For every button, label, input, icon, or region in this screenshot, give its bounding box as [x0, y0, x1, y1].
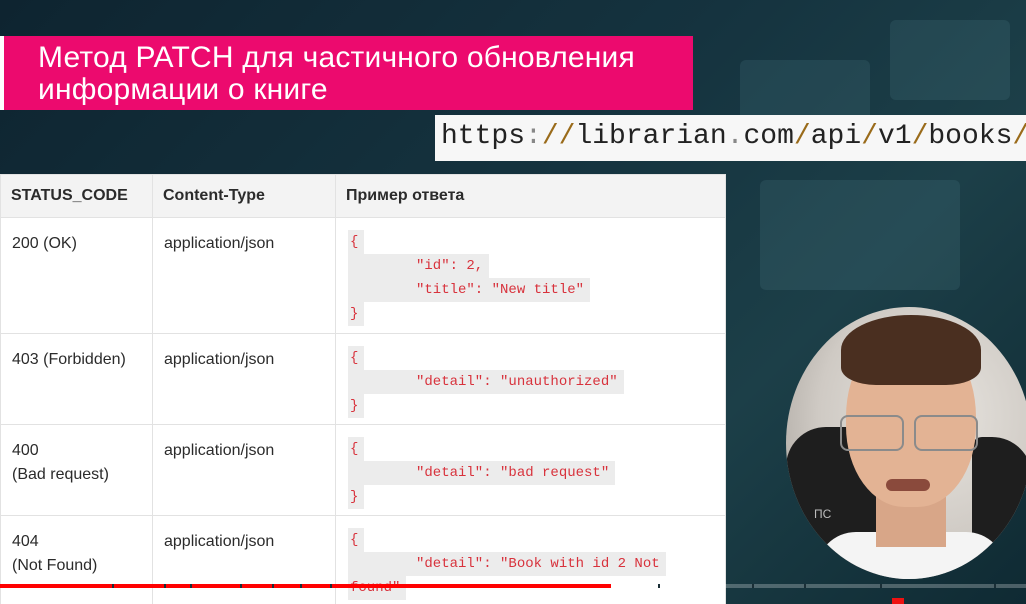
status-text: (Bad request) [12, 466, 109, 483]
url-colon: : [525, 121, 542, 152]
response-example-cell: { "id": 2, "title": "New title" } [335, 217, 726, 334]
code-line: found" [348, 576, 407, 600]
slide-title-line-1: Метод PATCH для частичного обновления [38, 41, 635, 74]
content-type-cell: application/json [152, 515, 336, 604]
progress-played [0, 584, 612, 588]
quality-badge [892, 598, 904, 604]
chapter-marker [330, 584, 332, 588]
chair-logo: ПС [814, 507, 832, 521]
status-text: (Not Found) [12, 557, 98, 574]
code-line: } [348, 485, 365, 509]
code-line: "detail": "bad request" [348, 461, 616, 485]
content-type-cell: application/json [152, 424, 336, 516]
url-slash: / [861, 121, 878, 152]
url-segment-books: books [928, 121, 1013, 152]
content-type-cell: application/json [152, 333, 336, 425]
url-segment-api: api [810, 121, 862, 152]
response-table: STATUS_CODE Content-Type Пример ответа 2… [0, 174, 726, 604]
chapter-marker [112, 584, 114, 588]
status-code-cell: 404 (Not Found) [0, 515, 153, 604]
content-type-cell: application/json [152, 217, 336, 334]
code-line: } [348, 302, 365, 326]
chapter-marker [880, 584, 882, 588]
glasses-icon [834, 415, 984, 451]
chapter-marker [994, 584, 996, 588]
status-code-cell: 403 (Forbidden) [0, 333, 153, 425]
slide-title-line-2: информации о книге [38, 73, 328, 106]
column-header-content-type: Content-Type [152, 174, 336, 218]
url-segment-version: v1 [877, 121, 912, 152]
table-header-row: STATUS_CODE Content-Type Пример ответа [0, 174, 726, 218]
status-code: 404 [12, 533, 39, 550]
chapter-marker [752, 584, 754, 588]
chapter-marker [300, 584, 302, 588]
chapter-marker [240, 584, 242, 588]
url-host: librarian [575, 121, 727, 152]
video-progress-bar[interactable] [0, 584, 1026, 588]
url-slashes: // [541, 121, 576, 152]
chapter-marker [658, 584, 660, 588]
status-code: 400 [12, 442, 39, 459]
url-slash: / [911, 121, 929, 152]
chapter-marker [190, 584, 192, 588]
column-header-status: STATUS_CODE [0, 174, 153, 218]
code-block: { "detail": "Book with id 2 Not found" [348, 528, 725, 600]
presenter-hair [841, 315, 981, 385]
code-block: { "detail": "bad request" } [348, 437, 725, 509]
code-line: "detail": "unauthorized" [348, 370, 624, 394]
table-row: 400 (Bad request) application/json { "det… [0, 424, 726, 516]
code-line: "id": 2, [348, 254, 490, 278]
table-row: 404 (Not Found) application/json { "detai… [0, 515, 726, 604]
presenter-webcam: ПС [786, 307, 1026, 579]
status-code: 403 (Forbidden) [12, 351, 126, 368]
url-slash: / [793, 121, 811, 152]
url-dot: . [726, 121, 744, 152]
chapter-marker [164, 584, 166, 588]
status-code-cell: 200 (OK) [0, 217, 153, 334]
table-row: 200 (OK) application/json { "id": 2, "ti… [0, 217, 726, 334]
code-line: "title": "New title" [348, 278, 591, 302]
code-line: { [348, 346, 365, 370]
code-block: { "detail": "unauthorized" } [348, 346, 725, 418]
background-panel [760, 180, 960, 290]
background-panel [890, 20, 1010, 100]
response-example-cell: { "detail": "bad request" } [335, 424, 726, 516]
chapter-marker [272, 584, 274, 588]
table-row: 403 (Forbidden) application/json { "deta… [0, 333, 726, 425]
column-header-example: Пример ответа [335, 174, 726, 218]
status-code: 200 (OK) [12, 235, 77, 252]
slide-title-banner: Метод PATCH для частичного обновления ин… [0, 36, 693, 110]
response-example-cell: { "detail": "Book with id 2 Not found" [335, 515, 726, 604]
url-tld: com [743, 121, 794, 152]
code-block: { "id": 2, "title": "New title" } [348, 230, 725, 326]
status-code-cell: 400 (Bad request) [0, 424, 153, 516]
url-scheme: https [441, 121, 526, 152]
code-line: { [348, 528, 365, 552]
endpoint-url: https://librarian.com/api/v1/books/{i [435, 115, 1026, 161]
code-line: { [348, 437, 365, 461]
code-line: { [348, 230, 365, 254]
chapter-marker [804, 584, 806, 588]
url-slash: / [1012, 121, 1026, 152]
response-example-cell: { "detail": "unauthorized" } [335, 333, 726, 425]
code-line: "detail": "Book with id 2 Not [348, 552, 666, 576]
presenter-mouth [886, 479, 930, 491]
code-line: } [348, 394, 365, 418]
